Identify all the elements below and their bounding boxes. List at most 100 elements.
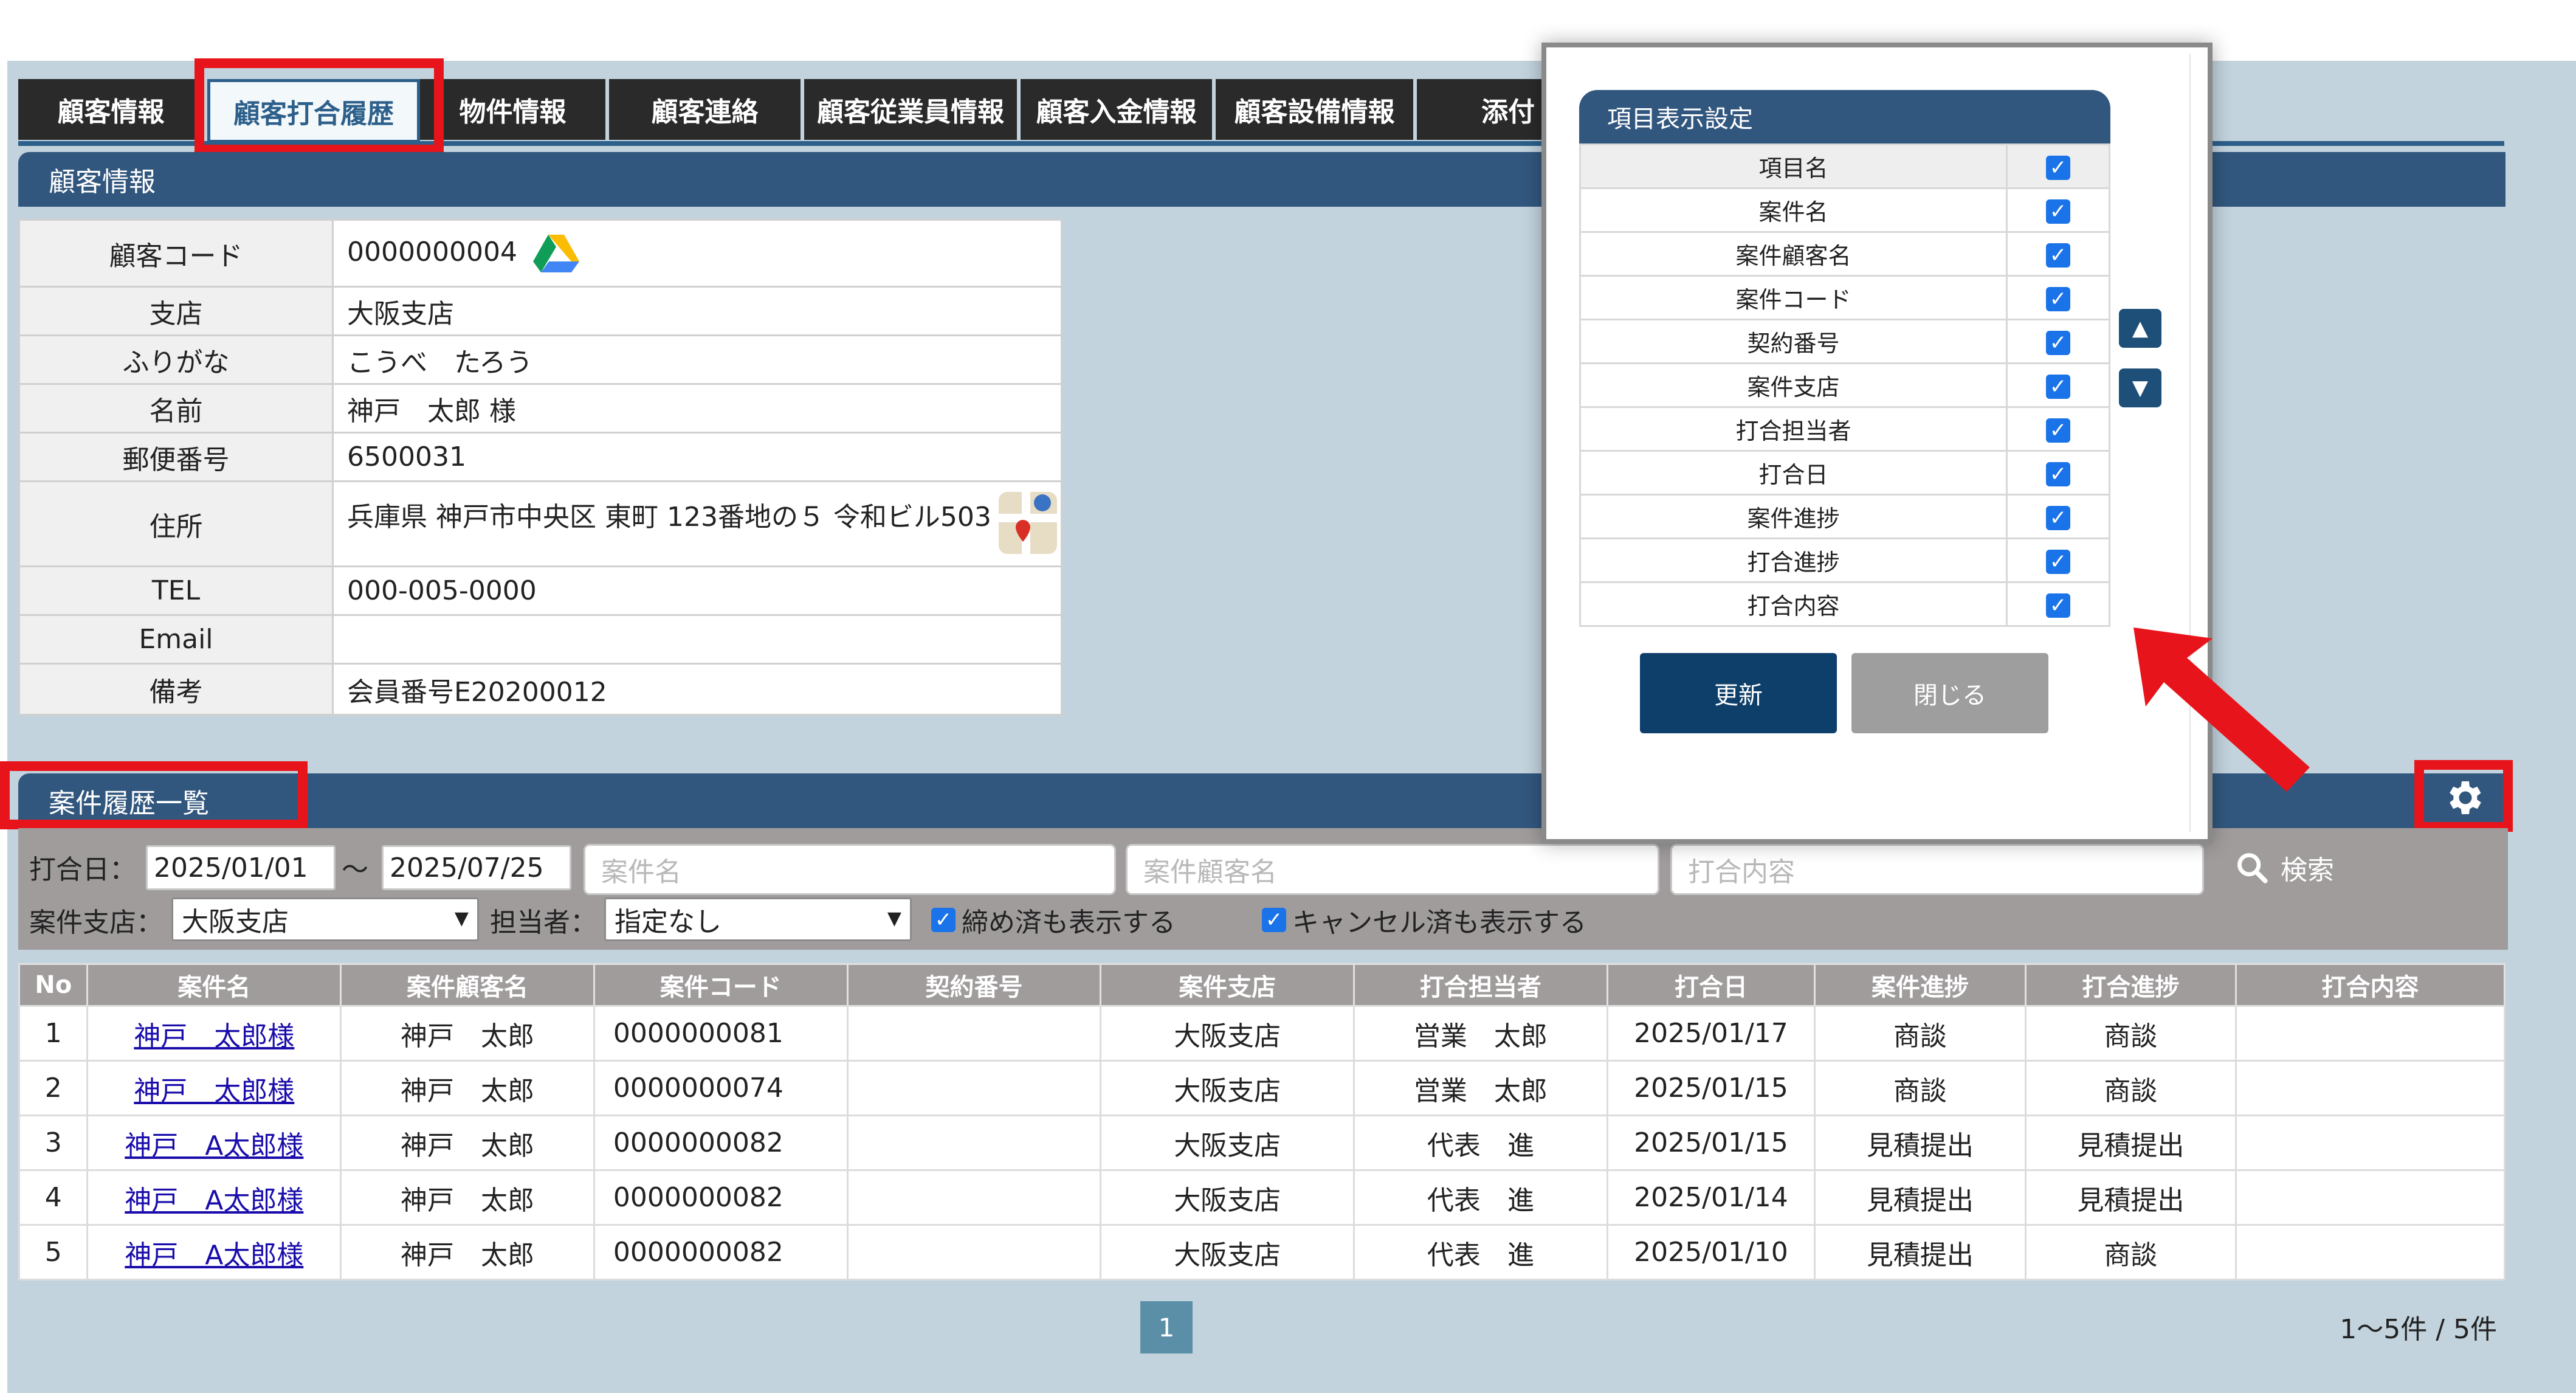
column-setting-row[interactable]: 打合進捗 ✓ xyxy=(1579,537,2110,583)
column-setting-row: 項目名 ✓ xyxy=(1579,143,2110,189)
column-setting-checkbox[interactable]: ✓ xyxy=(2006,187,2110,233)
table-row[interactable]: 2 神戸 太郎様 神戸 太郎 0000000074 大阪支店 営業 太郎 202… xyxy=(18,1060,2505,1116)
google-drive-icon[interactable] xyxy=(532,232,580,275)
tab-property-info[interactable]: 物件情報 xyxy=(420,79,609,140)
move-down-button[interactable]: ▼ xyxy=(2119,368,2161,407)
column-setting-row[interactable]: 打合担当者 ✓ xyxy=(1579,406,2110,452)
meeting-progress-cell: 見積提出 xyxy=(2024,1115,2237,1171)
map-icon[interactable] xyxy=(997,489,1058,556)
case-name-link[interactable]: 神戸 A太郎様 xyxy=(125,1130,303,1161)
info-row: 郵便番号 6500031 xyxy=(18,432,1062,482)
case-code-cell: 0000000082 xyxy=(593,1115,849,1171)
tab-payment-info[interactable]: 顧客入金情報 xyxy=(1021,79,1216,140)
column-setting-checkbox[interactable]: ✓ xyxy=(2006,494,2110,539)
search-button[interactable]: 検索 xyxy=(2234,848,2334,888)
meeting-staff-cell: 営業 太郎 xyxy=(1353,1005,1608,1062)
move-up-button[interactable]: ▲ xyxy=(2119,309,2161,348)
case-branch-cell: 大阪支店 xyxy=(1100,1224,1355,1281)
info-value: 000-005-0000 xyxy=(332,565,1062,616)
meeting-date-cell: 2025/01/14 xyxy=(1606,1169,1816,1226)
column-setting-checkbox[interactable]: ✓ xyxy=(2006,143,2110,189)
column-setting-checkbox[interactable]: ✓ xyxy=(2006,319,2110,364)
column-header[interactable]: 案件支店 xyxy=(1100,963,1355,1007)
close-button[interactable]: 閉じる xyxy=(1851,653,2048,733)
column-header[interactable]: 案件名 xyxy=(86,963,342,1007)
column-header[interactable]: 案件進捗 xyxy=(1814,963,2027,1007)
column-setting-checkbox[interactable]: ✓ xyxy=(2006,581,2110,627)
column-header[interactable]: 打合進捗 xyxy=(2024,963,2237,1007)
date-from-input[interactable]: 2025/01/01 xyxy=(146,845,336,890)
column-setting-checkbox[interactable]: ✓ xyxy=(2006,537,2110,583)
update-button[interactable]: 更新 xyxy=(1640,653,1837,733)
contract-number-cell xyxy=(846,1224,1102,1281)
case-name-link[interactable]: 神戸 太郎様 xyxy=(134,1076,294,1107)
info-label: ふりがな xyxy=(18,334,334,385)
column-setting-row[interactable]: 案件支店 ✓ xyxy=(1579,362,2110,408)
case-name-link[interactable]: 神戸 A太郎様 xyxy=(125,1240,303,1271)
branch-select[interactable]: 大阪支店 ▼ xyxy=(171,897,479,941)
column-setting-row[interactable]: 案件進捗 ✓ xyxy=(1579,494,2110,539)
staff-select[interactable]: 指定なし ▼ xyxy=(604,897,912,941)
meeting-progress-cell: 商談 xyxy=(2024,1060,2237,1116)
checkbox-checked-icon: ✓ xyxy=(2046,199,2070,224)
info-label: 住所 xyxy=(18,480,334,567)
column-header[interactable]: 打合日 xyxy=(1606,963,1816,1007)
column-setting-row[interactable]: 打合内容 ✓ xyxy=(1579,581,2110,627)
meeting-content-cell xyxy=(2235,1005,2505,1062)
show-cancelled-checkbox[interactable]: ✓ キャンセル済も表示する xyxy=(1262,900,1586,940)
column-header[interactable]: No xyxy=(18,963,89,1007)
column-setting-row[interactable]: 案件コード ✓ xyxy=(1579,275,2110,320)
case-name-input[interactable]: 案件名 xyxy=(584,844,1116,895)
column-header[interactable]: 契約番号 xyxy=(846,963,1102,1007)
info-row: TEL 000-005-0000 xyxy=(18,565,1062,616)
column-header[interactable]: 案件コード xyxy=(593,963,849,1007)
meeting-content-input[interactable]: 打合内容 xyxy=(1670,844,2204,895)
column-setting-label: 契約番号 xyxy=(1579,319,2008,364)
tab-equipment-info[interactable]: 顧客設備情報 xyxy=(1216,79,1417,140)
table-row[interactable]: 3 神戸 A太郎様 神戸 太郎 0000000082 大阪支店 代表 進 202… xyxy=(18,1115,2505,1171)
date-to-input[interactable]: 2025/07/25 xyxy=(382,845,571,890)
date-range-tilde: ～ xyxy=(342,854,368,885)
meeting-staff-cell: 営業 太郎 xyxy=(1353,1060,1608,1116)
column-setting-label: 打合内容 xyxy=(1579,581,2008,627)
column-header[interactable]: 案件顧客名 xyxy=(340,963,595,1007)
meeting-progress-cell: 商談 xyxy=(2024,1005,2237,1062)
table-row[interactable]: 1 神戸 太郎様 神戸 太郎 0000000081 大阪支店 営業 太郎 202… xyxy=(18,1005,2505,1062)
info-value: 0000000004 xyxy=(332,219,1062,288)
case-customer-cell: 神戸 太郎 xyxy=(340,1224,595,1281)
tab-customer-info[interactable]: 顧客情報 xyxy=(18,79,207,140)
column-setting-checkbox[interactable]: ✓ xyxy=(2006,275,2110,320)
meeting-date-cell: 2025/01/10 xyxy=(1606,1224,1816,1281)
column-setting-checkbox[interactable]: ✓ xyxy=(2006,231,2110,277)
column-setting-checkbox[interactable]: ✓ xyxy=(2006,362,2110,408)
column-setting-row[interactable]: 打合日 ✓ xyxy=(1579,450,2110,496)
tab-employee-info[interactable]: 顧客従業員情報 xyxy=(804,79,1021,140)
case-name-link[interactable]: 神戸 A太郎様 xyxy=(125,1185,303,1216)
table-row[interactable]: 5 神戸 A太郎様 神戸 太郎 0000000082 大阪支店 代表 進 202… xyxy=(18,1224,2505,1281)
case-name-link[interactable]: 神戸 太郎様 xyxy=(134,1021,294,1052)
case-name-cell: 神戸 太郎様 xyxy=(86,1005,342,1062)
column-header[interactable]: 打合担当者 xyxy=(1353,963,1608,1007)
show-closed-checkbox[interactable]: ✓ 締め済も表示する xyxy=(931,900,1176,940)
case-branch-cell: 大阪支店 xyxy=(1100,1060,1355,1116)
column-setting-row[interactable]: 案件名 ✓ xyxy=(1579,187,2110,233)
table-row[interactable]: 4 神戸 A太郎様 神戸 太郎 0000000082 大阪支店 代表 進 202… xyxy=(18,1169,2505,1226)
case-code-cell: 0000000081 xyxy=(593,1005,849,1062)
column-setting-row[interactable]: 案件顧客名 ✓ xyxy=(1579,231,2110,277)
meeting-date-label: 打合日： xyxy=(29,854,136,885)
checkbox-checked-icon: ✓ xyxy=(1262,908,1286,932)
case-name-cell: 神戸 A太郎様 xyxy=(86,1224,342,1281)
meeting-staff-cell: 代表 進 xyxy=(1353,1169,1608,1226)
page-1-button[interactable]: 1 xyxy=(1140,1301,1193,1353)
case-customer-cell: 神戸 太郎 xyxy=(340,1060,595,1116)
column-setting-row[interactable]: 契約番号 ✓ xyxy=(1579,319,2110,364)
annotation-arrow-icon xyxy=(2133,627,2310,792)
popup-header: 項目表示設定 xyxy=(1579,90,2110,143)
column-setting-checkbox[interactable]: ✓ xyxy=(2006,406,2110,452)
tab-customer-contact[interactable]: 顧客連絡 xyxy=(609,79,804,140)
column-setting-checkbox[interactable]: ✓ xyxy=(2006,450,2110,496)
column-header[interactable]: 打合内容 xyxy=(2235,963,2505,1007)
info-label: 顧客コード xyxy=(18,219,334,288)
branch-select-value: 大阪支店 xyxy=(182,907,289,938)
case-customer-input[interactable]: 案件顧客名 xyxy=(1126,844,1659,895)
